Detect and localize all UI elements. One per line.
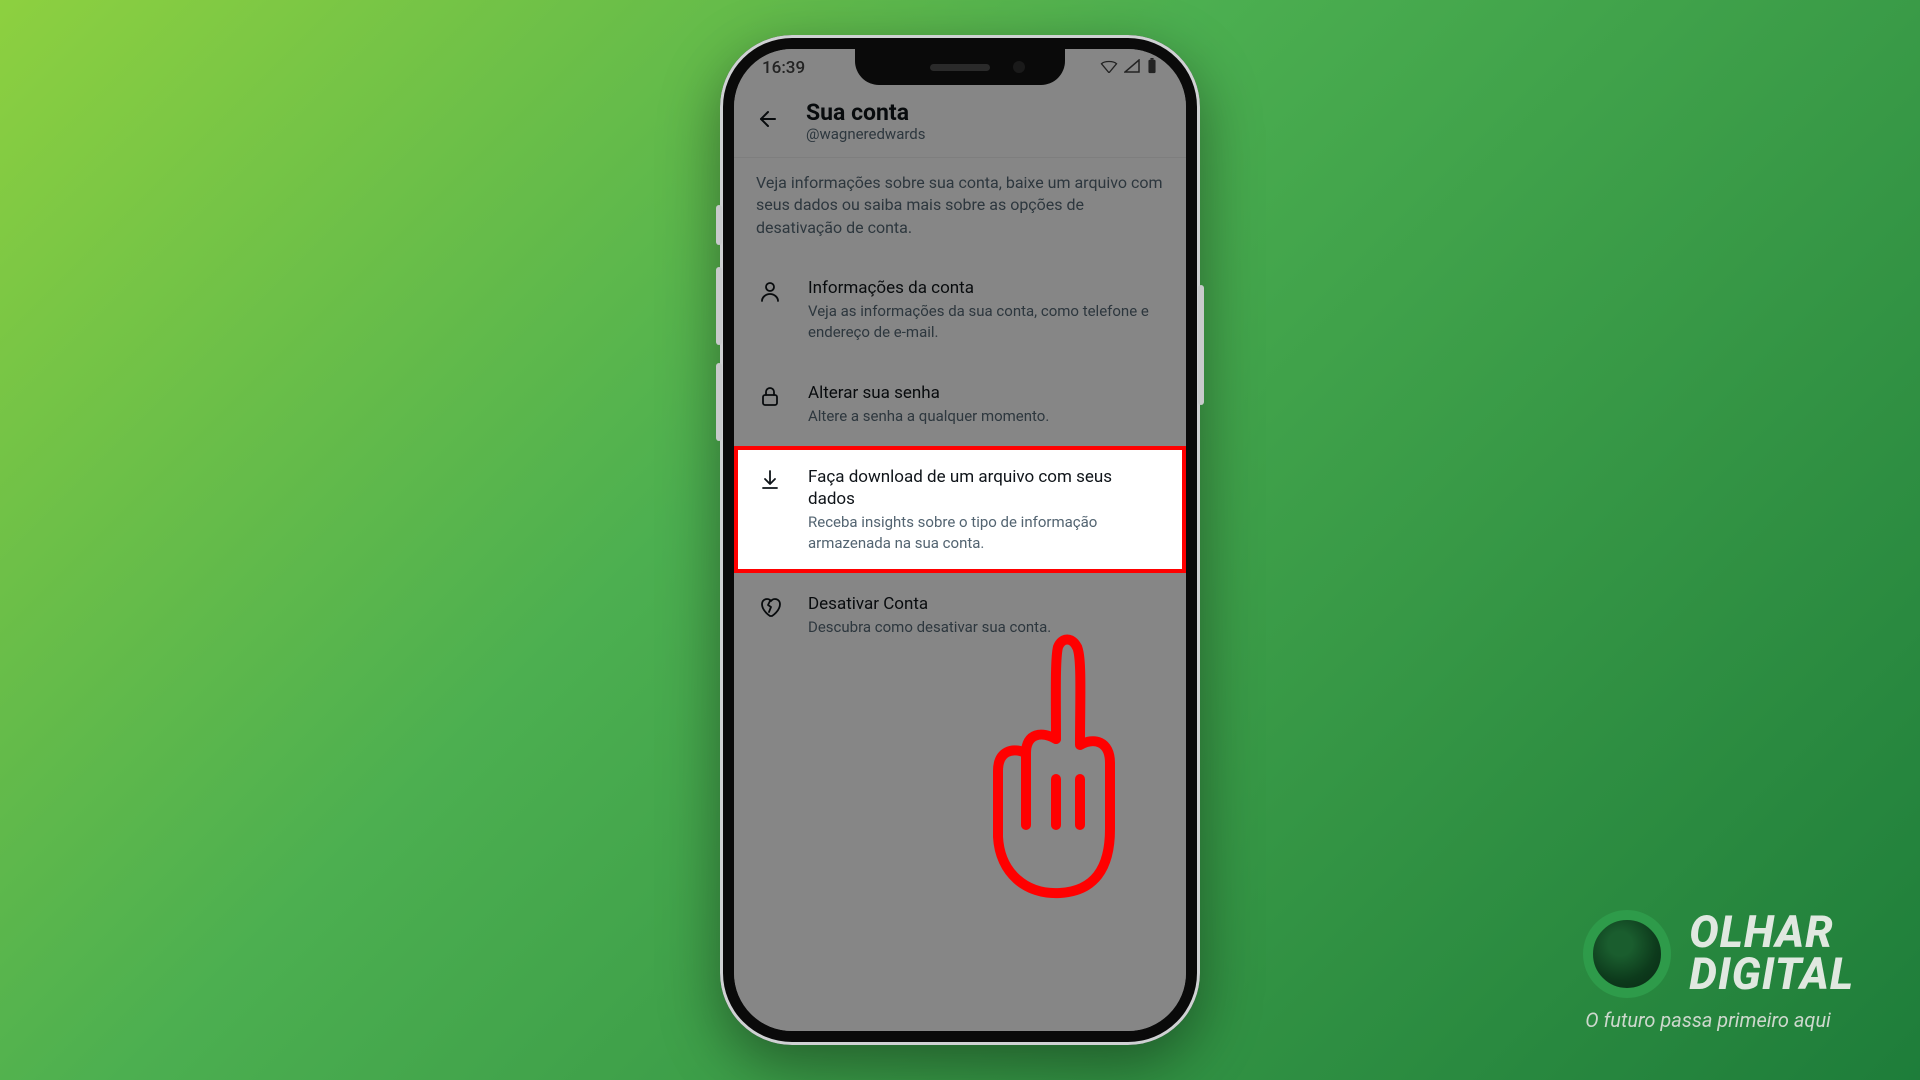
option-desc: Altere a senha a qualquer momento. — [808, 406, 1049, 426]
option-title: Informações da conta — [808, 277, 1162, 299]
page-title: Sua conta — [806, 99, 926, 126]
page-subtitle: @wagneredwards — [806, 125, 926, 143]
speaker-icon — [930, 64, 990, 71]
brand-logo: OLHAR DIGITAL O futuro passa primeiro aq… — [1583, 910, 1854, 1032]
option-title: Alterar sua senha — [808, 382, 1049, 404]
back-button[interactable] — [756, 107, 780, 135]
phone-notch — [855, 49, 1065, 85]
camera-icon — [1013, 61, 1025, 73]
option-title: Faça download de um arquivo com seus dad… — [808, 466, 1162, 510]
phone-screen: 16:39 Sua conta @wagneredwards — [734, 49, 1186, 1031]
phone-side-button — [716, 267, 722, 345]
battery-icon — [1146, 58, 1158, 79]
option-download-data[interactable]: Faça download de um arquivo com seus dad… — [734, 446, 1186, 573]
lock-icon — [758, 384, 782, 412]
phone-side-button — [716, 205, 722, 245]
page-intro-text: Veja informações sobre sua conta, baixe … — [734, 158, 1186, 257]
status-time: 16:39 — [762, 58, 805, 78]
page-header: Sua conta @wagneredwards — [734, 87, 1186, 158]
phone-frame: 16:39 Sua conta @wagneredwards — [720, 35, 1200, 1045]
option-desc: Veja as informações da sua conta, como t… — [808, 301, 1162, 342]
heart-broken-icon — [758, 595, 782, 623]
phone-side-button — [1198, 285, 1204, 405]
option-title: Desativar Conta — [808, 593, 1051, 615]
wifi-icon — [1100, 58, 1118, 78]
logo-circle-icon — [1583, 910, 1671, 998]
download-icon — [758, 468, 782, 496]
logo-line2: DIGITAL — [1689, 954, 1854, 996]
option-account-info[interactable]: Informações da conta Veja as informações… — [734, 257, 1186, 362]
logo-tagline: O futuro passa primeiro aqui — [1585, 1008, 1831, 1032]
person-icon — [758, 279, 782, 307]
option-deactivate-account[interactable]: Desativar Conta Descubra como desativar … — [734, 573, 1186, 657]
pointing-hand-icon — [982, 629, 1152, 913]
signal-icon — [1124, 58, 1140, 78]
phone-side-button — [716, 363, 722, 441]
option-desc: Descubra como desativar sua conta. — [808, 617, 1051, 637]
option-desc: Receba insights sobre o tipo de informaç… — [808, 512, 1162, 553]
option-change-password[interactable]: Alterar sua senha Altere a senha a qualq… — [734, 362, 1186, 446]
